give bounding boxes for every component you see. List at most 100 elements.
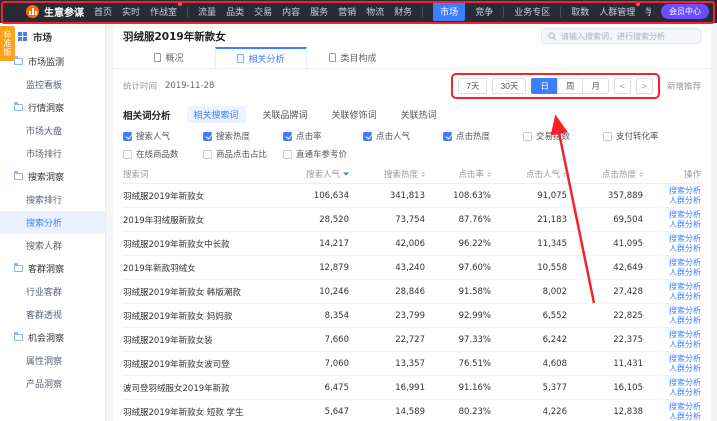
search-input[interactable] xyxy=(561,32,694,41)
checkbox[interactable] xyxy=(123,132,132,141)
sidebar-item[interactable]: 行情洞察 xyxy=(0,96,105,119)
checkbox[interactable] xyxy=(603,132,612,141)
checkbox[interactable] xyxy=(203,150,212,159)
nav-item[interactable]: 作战室 xyxy=(150,3,177,20)
nav-item[interactable]: 物流 xyxy=(366,3,384,20)
nav-item[interactable]: 服务 xyxy=(310,3,328,20)
metric-checkbox-item[interactable]: 交易指数 xyxy=(523,130,603,142)
nav-item[interactable]: 实时 xyxy=(122,3,140,20)
subtab[interactable]: 关联修饰词 xyxy=(325,106,384,123)
action-link[interactable]: 人群分析 xyxy=(669,220,701,230)
nav-item[interactable]: 首页 xyxy=(94,3,112,20)
action-link[interactable]: 人群分析 xyxy=(669,316,701,326)
table-header-cell[interactable]: 搜索热度 xyxy=(349,168,425,180)
sidebar-item[interactable]: 搜索洞察 xyxy=(0,165,105,188)
action-link[interactable]: 搜索分析 xyxy=(669,402,701,412)
sidebar-item[interactable]: 监控看板 xyxy=(0,73,105,96)
metric-checkbox-item[interactable]: 点击热度 xyxy=(443,130,523,142)
tab-bar: 概况相关分析类目构成 xyxy=(113,47,711,69)
sidebar-item[interactable]: 搜索分析 xyxy=(0,211,105,234)
granularity-button[interactable]: 周 xyxy=(557,78,584,94)
action-link[interactable]: 人群分析 xyxy=(669,364,701,374)
checkbox[interactable] xyxy=(523,132,532,141)
checkbox[interactable] xyxy=(443,132,452,141)
nav-item[interactable]: 流量 xyxy=(198,3,216,20)
table-body: 羽绒服2019年新款女106,634341,813108.63%91,07535… xyxy=(123,184,701,421)
sidebar-item[interactable]: 搜索排行 xyxy=(0,188,105,211)
tab[interactable]: 相关分析 xyxy=(215,47,307,68)
checkbox[interactable] xyxy=(283,150,292,159)
action-link[interactable]: 搜索分析 xyxy=(669,378,701,388)
nav-item[interactable]: 营销 xyxy=(338,3,356,20)
sidebar-item[interactable]: 市场排行 xyxy=(0,142,105,165)
nav-item[interactable]: 竞争 xyxy=(475,3,493,20)
member-badge[interactable]: 会员中心 xyxy=(661,4,709,19)
metric-checkbox-item[interactable]: 在线商品数 xyxy=(123,148,203,160)
prev-period-button[interactable]: < xyxy=(614,78,631,94)
action-link[interactable]: 人群分析 xyxy=(669,196,701,206)
granularity-button[interactable]: 日 xyxy=(531,78,558,94)
sidebar-item[interactable]: 客群透视 xyxy=(0,303,105,326)
nav-item[interactable]: 人群管理 xyxy=(599,3,635,20)
action-link[interactable]: 人群分析 xyxy=(669,388,701,398)
table-header-cell[interactable]: 点击人气 xyxy=(491,168,567,180)
tab[interactable]: 类目构成 xyxy=(307,47,399,68)
metric-checkbox-item[interactable]: 搜索热度 xyxy=(203,130,283,142)
metric-checkbox-item[interactable]: 支付转化率 xyxy=(603,130,683,142)
action-link[interactable]: 搜索分析 xyxy=(669,330,701,340)
metric-checkbox-item[interactable]: 搜索人气 xyxy=(123,130,203,142)
nav-item[interactable]: 品类 xyxy=(226,3,244,20)
quick-range-button[interactable]: 30天 xyxy=(492,78,526,94)
nav-item[interactable]: 业务专区 xyxy=(514,3,550,20)
table-header-cell[interactable]: 点击率 xyxy=(425,168,491,180)
tab[interactable]: 概况 xyxy=(123,47,215,68)
metric-checkbox-item[interactable]: 直通车参考价 xyxy=(283,148,363,160)
action-link[interactable]: 搜索分析 xyxy=(669,210,701,220)
table-header-cell[interactable]: 点击热度 xyxy=(567,168,643,180)
sidebar-item[interactable]: 市场大盘 xyxy=(0,119,105,142)
quick-range-button[interactable]: 7天 xyxy=(458,78,487,94)
action-link[interactable]: 人群分析 xyxy=(669,412,701,421)
nav-item[interactable]: 学院 xyxy=(645,3,651,20)
action-link[interactable]: 搜索分析 xyxy=(669,258,701,268)
action-link[interactable]: 人群分析 xyxy=(669,292,701,302)
subtab[interactable]: 关联品牌词 xyxy=(256,106,315,123)
next-period-button[interactable]: > xyxy=(636,78,653,94)
metric-checkbox-item[interactable]: 点击人气 xyxy=(363,130,443,142)
section-title: 相关词分析 xyxy=(123,108,171,122)
metric-value-cell: 91.16% xyxy=(425,383,491,393)
action-link[interactable]: 人群分析 xyxy=(669,244,701,254)
checkbox[interactable] xyxy=(363,132,372,141)
action-link[interactable]: 搜索分析 xyxy=(669,354,701,364)
nav-item[interactable]: 财务 xyxy=(394,3,412,20)
action-link[interactable]: 搜索分析 xyxy=(669,234,701,244)
nav-item[interactable]: 内容 xyxy=(282,3,300,20)
sidebar-item[interactable]: 市场监测 xyxy=(0,50,105,73)
checkbox[interactable] xyxy=(123,150,132,159)
extra-link[interactable]: 新增推荐 xyxy=(667,80,701,92)
nav-item[interactable]: 交易 xyxy=(254,3,272,20)
checkbox[interactable] xyxy=(203,132,212,141)
nav-item[interactable]: 取数 xyxy=(571,3,589,20)
action-link[interactable]: 搜索分析 xyxy=(669,306,701,316)
subtab[interactable]: 关联热词 xyxy=(394,106,444,123)
checkbox[interactable] xyxy=(283,132,292,141)
sidebar-item[interactable]: 属性洞察 xyxy=(0,349,105,372)
sidebar-item[interactable]: 客群洞察 xyxy=(0,257,105,280)
metric-checkbox-item[interactable]: 点击率 xyxy=(283,130,363,142)
sidebar-item[interactable]: 搜索人群 xyxy=(0,234,105,257)
granularity-button[interactable]: 月 xyxy=(582,78,609,94)
action-link[interactable]: 人群分析 xyxy=(669,268,701,278)
search-box[interactable] xyxy=(541,28,701,44)
action-link[interactable]: 搜索分析 xyxy=(669,186,701,196)
action-link[interactable]: 搜索分析 xyxy=(669,282,701,292)
metric-value-cell: 5,377 xyxy=(491,383,567,393)
subtab[interactable]: 相关搜索词 xyxy=(187,106,246,123)
action-link[interactable]: 人群分析 xyxy=(669,340,701,350)
table-header-cell[interactable]: 搜索人气 xyxy=(273,168,349,180)
metric-checkbox-item[interactable]: 商品点击占比 xyxy=(203,148,283,160)
nav-item[interactable]: 市场 xyxy=(433,2,465,21)
sidebar-item[interactable]: 机会洞察 xyxy=(0,326,105,349)
sidebar-item[interactable]: 产品洞察 xyxy=(0,372,105,395)
sidebar-item[interactable]: 行业客群 xyxy=(0,280,105,303)
